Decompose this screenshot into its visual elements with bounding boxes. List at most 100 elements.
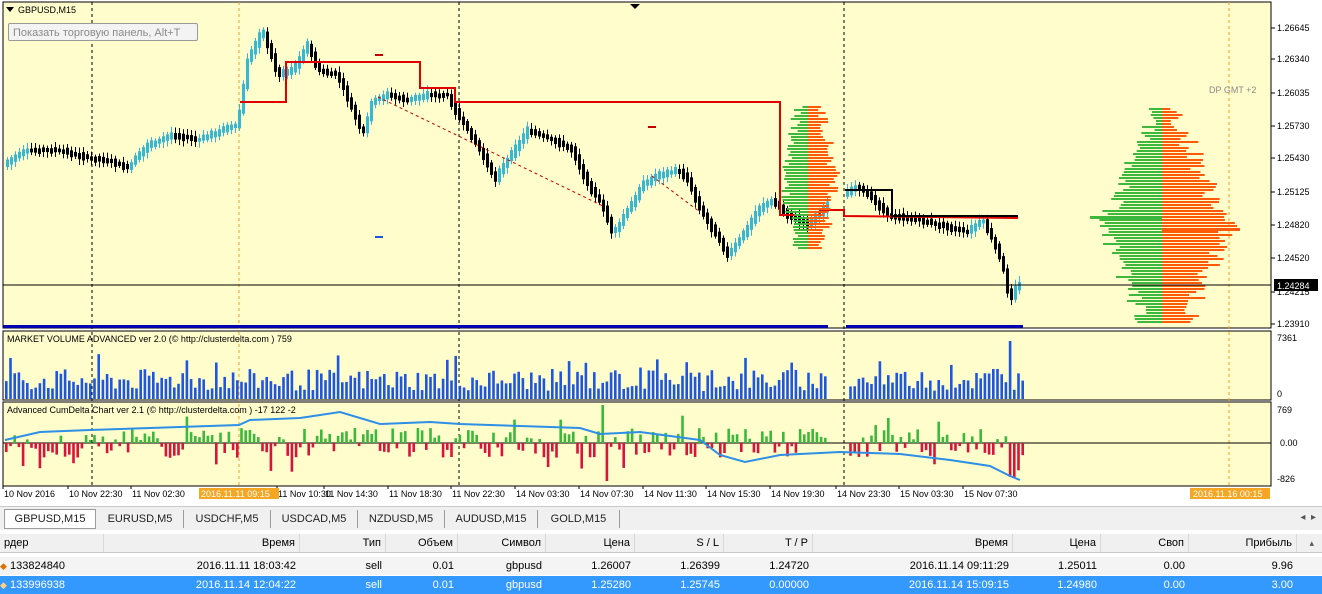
profile-bar-orange <box>808 130 823 132</box>
candle-body <box>606 205 609 223</box>
profile-bar-green <box>1103 243 1162 245</box>
volume-bar <box>383 374 386 399</box>
main-bottom-bar <box>3 325 828 328</box>
volume-bar <box>286 373 289 399</box>
chart-canvas[interactable]: GBPUSD,M15 DP GMT +2 1.26645 1.26340 1.260… <box>0 0 1322 506</box>
order-tp: 1.24720 <box>769 560 809 572</box>
volume-bar <box>345 381 348 399</box>
order-row[interactable]: ◆ 133824840 2016.11.11 18:03:42 sell 0.0… <box>0 557 1322 575</box>
delta-bar-negative <box>672 443 676 450</box>
candle-body <box>658 171 661 180</box>
candle-body <box>6 159 9 168</box>
symbol-tab-bar: GBPUSD,M15 EURUSD,M5 USDCHF,M5 USDCAD,M5… <box>0 506 1322 530</box>
delta-bar-positive <box>899 436 903 443</box>
cumdelta-top-label: 769 <box>1277 405 1292 415</box>
volume-bar <box>744 357 747 399</box>
profile-poc-orange <box>1162 228 1240 231</box>
tab-nzdusd-m5[interactable]: NZDUSD,M5 <box>358 510 445 528</box>
order-close-price: 1.24980 <box>1057 579 1097 591</box>
profile-bar-green <box>1102 210 1162 212</box>
profile-bar-green <box>794 214 808 216</box>
arrow-left-icon[interactable]: ◂ <box>1300 512 1305 523</box>
delta-bar-positive <box>122 431 126 443</box>
delta-bar-positive <box>404 431 407 443</box>
volume-bar <box>572 384 575 399</box>
profile-bar-orange <box>1162 192 1205 194</box>
profile-bar-green <box>1130 270 1162 272</box>
col-tp[interactable]: T / P <box>724 534 813 552</box>
volume-bar <box>55 371 58 399</box>
volume-bar <box>1013 389 1016 399</box>
col-close-time[interactable]: Время <box>813 534 1013 552</box>
candle-body <box>934 221 937 227</box>
profile-bar-orange <box>1162 171 1201 173</box>
profile-bar-green <box>1100 225 1162 227</box>
candle-body <box>634 194 637 208</box>
chart-area[interactable]: GBPUSD,M15 DP GMT +2 1.26645 1.26340 1.260… <box>0 0 1322 506</box>
tab-eurusd-m5[interactable]: EURUSD,M5 <box>97 510 184 528</box>
delta-bar-positive <box>467 430 470 443</box>
col-sl[interactable]: S / L <box>635 534 724 552</box>
profile-bar-orange <box>808 229 823 231</box>
tab-usdchf-m5[interactable]: USDCHF,M5 <box>184 510 271 528</box>
candle-body <box>70 150 73 158</box>
volume-bar <box>332 372 336 399</box>
col-volume[interactable]: Объем <box>386 534 458 552</box>
profile-bar-orange <box>808 187 839 189</box>
profile-bar-green <box>787 181 808 183</box>
tab-scroll-arrows[interactable]: ◂ ▸ <box>1300 512 1316 523</box>
tab-gbpusd-m15[interactable]: GBPUSD,M15 <box>4 509 96 529</box>
profile-bar-orange <box>1162 303 1188 305</box>
profile-bar-orange <box>808 220 826 222</box>
delta-bar-positive <box>748 438 751 443</box>
col-type[interactable]: Тип <box>300 534 386 552</box>
candle-body <box>950 224 953 233</box>
volume-bar <box>97 354 100 399</box>
arrow-up-icon[interactable]: ▴ <box>1309 538 1314 548</box>
profile-bar-green <box>1150 138 1162 140</box>
candle-body <box>986 219 989 234</box>
volume-bar <box>240 381 243 399</box>
delta-bar-negative <box>164 443 168 457</box>
arrow-right-icon[interactable]: ▸ <box>1311 512 1316 523</box>
col-symbol[interactable]: Символ <box>458 534 546 552</box>
delta-bar-positive <box>584 435 588 443</box>
profile-bar-green <box>1136 141 1162 143</box>
tab-usdcad-m5[interactable]: USDCAD,M5 <box>271 510 358 528</box>
col-open-price[interactable]: Цена <box>546 534 635 552</box>
volume-bar <box>786 370 789 399</box>
profile-bar-orange <box>808 163 827 165</box>
candle-body <box>362 126 365 134</box>
tab-audusd-m15[interactable]: AUDUSD,M15 <box>445 510 538 528</box>
col-swap[interactable]: Своп <box>1101 534 1189 552</box>
delta-bar-positive <box>185 416 189 443</box>
profile-bar-green <box>790 151 808 153</box>
profile-bar-green <box>1118 183 1162 185</box>
delta-bar-positive <box>769 430 772 443</box>
delta-bar-negative <box>332 443 336 452</box>
candle-body <box>366 116 369 134</box>
delta-bar-positive <box>744 429 747 443</box>
profile-bar-orange <box>808 139 826 141</box>
volume-bar <box>992 369 995 399</box>
candle-body <box>870 191 873 201</box>
volume-bar <box>164 378 168 399</box>
tab-gold-m15[interactable]: GOLD,M15 <box>538 510 620 528</box>
col-open-time[interactable]: Время <box>104 534 300 552</box>
delta-bar-negative <box>542 443 546 458</box>
volume-bar <box>614 370 617 399</box>
order-row-selected[interactable]: ◆ 133996938 2016.11.14 12:04:22 sell 0.0… <box>0 576 1322 594</box>
orders-scroll-up[interactable]: ▴ <box>1309 538 1314 549</box>
col-order[interactable]: рдер <box>0 534 104 552</box>
profile-bar-green <box>791 217 808 219</box>
volume-bar <box>126 380 130 399</box>
candle-body <box>650 176 653 186</box>
delta-bar-positive <box>244 430 247 443</box>
delta-bar-positive <box>572 431 575 443</box>
col-profit[interactable]: Прибыль <box>1189 534 1297 552</box>
profile-bar-orange <box>1162 264 1220 266</box>
profile-bar-orange <box>808 247 822 249</box>
order-sl: 1.26399 <box>680 560 720 572</box>
delta-bar-positive <box>303 428 306 443</box>
col-close-price[interactable]: Цена <box>1013 534 1101 552</box>
